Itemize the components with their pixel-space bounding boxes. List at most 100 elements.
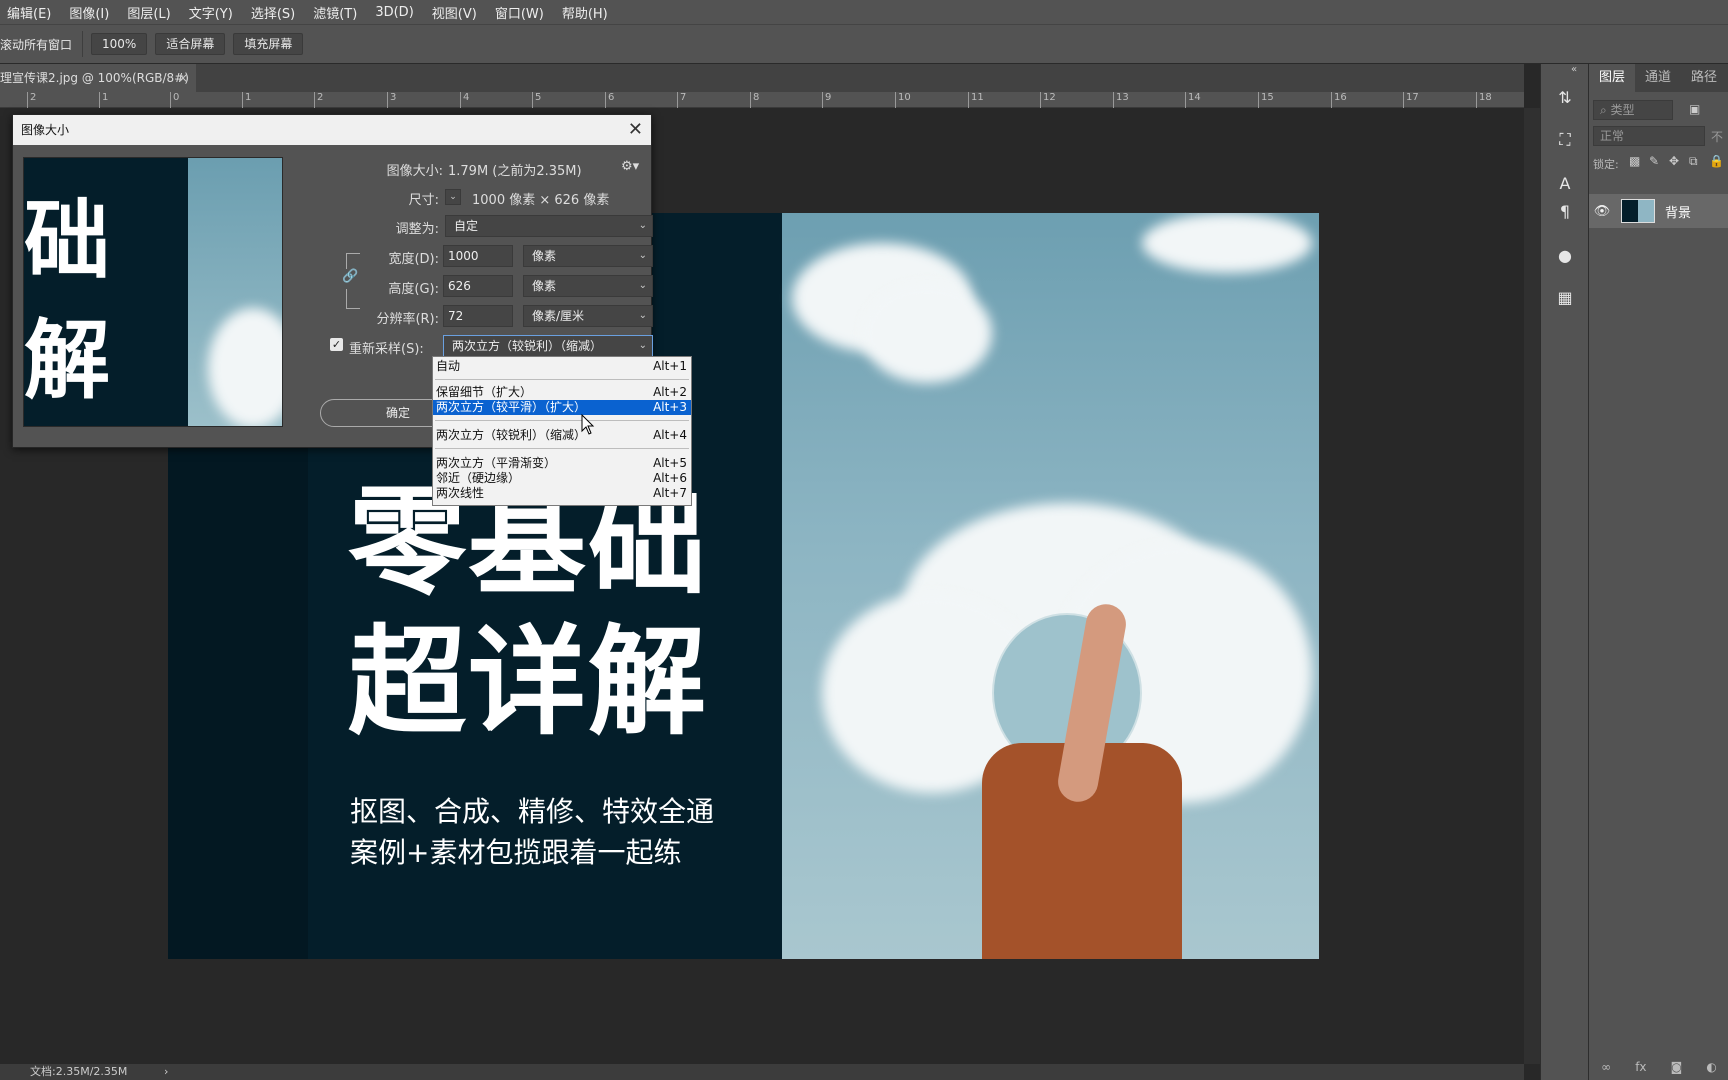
ruler-tick: 3 xyxy=(387,92,396,108)
image-preview[interactable]: 础 解 xyxy=(23,157,283,427)
tab-layers[interactable]: 图层 xyxy=(1589,64,1636,92)
resample-select[interactable]: 两次立方（较锐利）（缩减） ⌄ xyxy=(443,335,653,357)
menu-type[interactable]: 文字(Y) xyxy=(189,3,233,22)
link-layers-icon[interactable]: ∞ xyxy=(1601,1060,1611,1074)
fill-screen-button[interactable]: 填充屏幕 xyxy=(233,33,304,55)
document-tab[interactable]: 理宣传课2.jpg @ 100%(RGB/8#) × xyxy=(0,64,196,92)
eye-icon[interactable]: 👁 xyxy=(1589,204,1615,219)
grid-icon[interactable]: ▦ xyxy=(1553,286,1577,310)
fit-screen-button[interactable]: 适合屏幕 xyxy=(155,33,226,55)
option-shortcut: Alt+5 xyxy=(653,456,687,470)
width-unit-select[interactable]: 像素 ⌄ xyxy=(523,245,653,267)
close-tab-icon[interactable]: × xyxy=(178,64,188,92)
resolution-input[interactable]: 72 xyxy=(443,305,513,327)
tab-paths[interactable]: 路径 xyxy=(1681,64,1727,92)
layer-filter-select[interactable]: ⌕ 类型 xyxy=(1593,100,1673,120)
menu-help[interactable]: 帮助(H) xyxy=(562,3,608,22)
resample-dropdown-menu: 自动 Alt+1 保留细节（扩大） Alt+2 两次立方（较平滑）（扩大） Alt+3… xyxy=(432,356,692,506)
mask-icon[interactable]: ◙ xyxy=(1671,1060,1683,1074)
chevron-down-icon: ⌄ xyxy=(638,340,647,351)
collapse-arrows-icon[interactable]: « xyxy=(1571,64,1577,75)
menu-option-bicubic-sharper[interactable]: 两次立方（较锐利）（缩减） Alt+4 xyxy=(433,428,691,443)
adjustment-icon[interactable]: ◐ xyxy=(1706,1060,1716,1074)
menu-edit[interactable]: 编辑(E) xyxy=(7,3,51,22)
paragraph-icon[interactable]: ¶ xyxy=(1553,200,1577,224)
dimensions-label: 尺寸: xyxy=(408,193,439,208)
option-label: 两次立方（平滑渐变） xyxy=(436,456,557,470)
menu-option-auto[interactable]: 自动 Alt+1 xyxy=(433,359,691,374)
menu-filter[interactable]: 滤镜(T) xyxy=(313,3,357,22)
chevron-down-icon: ⌄ xyxy=(638,310,647,321)
ruler-tick: 6 xyxy=(605,92,614,108)
mouse-cursor-icon xyxy=(581,414,595,435)
layer-row[interactable]: 👁 背景 xyxy=(1589,194,1728,228)
tab-channels[interactable]: 通道 xyxy=(1635,64,1681,92)
lock-brush-icon[interactable]: ✎ xyxy=(1649,154,1659,168)
width-input[interactable]: 1000 xyxy=(443,245,513,267)
ruler-tick: 5 xyxy=(532,92,541,108)
option-label: 自动 xyxy=(436,359,461,373)
ruler-tick: 16 xyxy=(1331,92,1347,108)
divider xyxy=(435,420,689,421)
ruler-tick: 7 xyxy=(677,92,686,108)
image-filter-icon[interactable]: ▣ xyxy=(1689,102,1700,116)
ruler-tick: 9 xyxy=(822,92,831,108)
subline-2: 案例+素材包揽跟着一起练 xyxy=(350,836,682,869)
ruler-tick: 1 xyxy=(99,92,108,108)
menu-image[interactable]: 图像(I) xyxy=(69,3,109,22)
blend-mode-select[interactable]: 正常 xyxy=(1593,126,1705,146)
vertical-scrollbar[interactable] xyxy=(1524,108,1540,1064)
image-size-value: 1.79M (之前为2.35M) xyxy=(448,164,582,179)
option-shortcut: Alt+4 xyxy=(653,428,687,442)
menu-option-bicubic-smoother[interactable]: 两次立方（较平滑）（扩大） Alt+3 xyxy=(433,400,691,415)
gear-icon[interactable]: ⚙▾ xyxy=(621,159,639,174)
zoom-100-button[interactable]: 100% xyxy=(91,33,148,55)
scroll-all-windows-checkbox[interactable]: 滚动所有窗口 xyxy=(0,36,72,53)
dialog-title: 图像大小 xyxy=(21,123,70,137)
resample-checkbox[interactable]: ✓ xyxy=(330,338,343,351)
color-palette-icon[interactable]: ● xyxy=(1553,244,1577,268)
lock-pixels-icon[interactable]: ▩ xyxy=(1629,154,1640,168)
ruler-tick: 12 xyxy=(1040,92,1056,108)
height-input[interactable]: 626 xyxy=(443,275,513,297)
status-menu-arrow[interactable]: › xyxy=(164,1064,168,1080)
fx-icon[interactable]: fx xyxy=(1635,1060,1646,1074)
layer-filter-type: 类型 xyxy=(1610,103,1635,117)
preview-text-2: 解 xyxy=(24,311,110,411)
ruler-tick: 4 xyxy=(460,92,469,108)
resolution-unit-select[interactable]: 像素/厘米 ⌄ xyxy=(523,305,653,327)
menu-option-nearest-neighbor[interactable]: 邻近（硬边缘） Alt+6 xyxy=(433,471,691,486)
menu-view[interactable]: 视图(V) xyxy=(432,3,477,22)
menu-window[interactable]: 窗口(W) xyxy=(495,3,544,22)
menu-select[interactable]: 选择(S) xyxy=(251,3,295,22)
character-icon[interactable]: A xyxy=(1553,172,1577,196)
chevron-down-icon[interactable]: ⌄ xyxy=(445,189,461,205)
option-shortcut: Alt+6 xyxy=(653,471,687,485)
menu-option-preserve-details[interactable]: 保留细节（扩大） Alt+2 xyxy=(433,385,691,400)
panel-tabs: 图层 通道 路径 xyxy=(1589,64,1728,92)
menu-option-bicubic-smooth-gradients[interactable]: 两次立方（平滑渐变） Alt+5 xyxy=(433,456,691,471)
dialog-titlebar[interactable]: 图像大小 ✕ xyxy=(13,115,651,145)
option-label: 两次立方（较平滑）（扩大） xyxy=(436,400,587,414)
menu-option-bilinear[interactable]: 两次线性 Alt+7 xyxy=(433,486,691,501)
ruler-tick: 14 xyxy=(1185,92,1201,108)
menu-3d[interactable]: 3D(D) xyxy=(375,5,413,20)
panel-icon-column: « ⇅ ⛶ A ¶ ● ▦ xyxy=(1540,64,1588,1080)
subline-1: 抠图、合成、精修、特效全通 xyxy=(350,795,715,828)
fit-to-select[interactable]: 自定 ⌄ xyxy=(445,215,653,237)
blend-mode-value: 正常 xyxy=(1600,129,1625,143)
height-unit-select[interactable]: 像素 ⌄ xyxy=(523,275,653,297)
close-icon[interactable]: ✕ xyxy=(628,115,643,145)
option-shortcut: Alt+2 xyxy=(653,385,687,399)
link-icon[interactable]: 🔗 xyxy=(342,269,358,289)
history-icon[interactable]: ⇅ xyxy=(1553,86,1577,110)
properties-icon[interactable]: ⛶ xyxy=(1553,128,1577,152)
lock-move-icon[interactable]: ✥ xyxy=(1669,154,1679,168)
menu-layer[interactable]: 图层(L) xyxy=(127,3,170,22)
ruler-tick: 15 xyxy=(1258,92,1274,108)
status-bar: 文档:2.35M/2.35M › xyxy=(0,1064,1524,1080)
lock-all-icon[interactable]: 🔒 xyxy=(1709,154,1724,168)
fit-to-label: 调整为: xyxy=(395,222,439,237)
option-shortcut: Alt+7 xyxy=(653,486,687,500)
lock-artboard-icon[interactable]: ⧉ xyxy=(1689,154,1698,169)
